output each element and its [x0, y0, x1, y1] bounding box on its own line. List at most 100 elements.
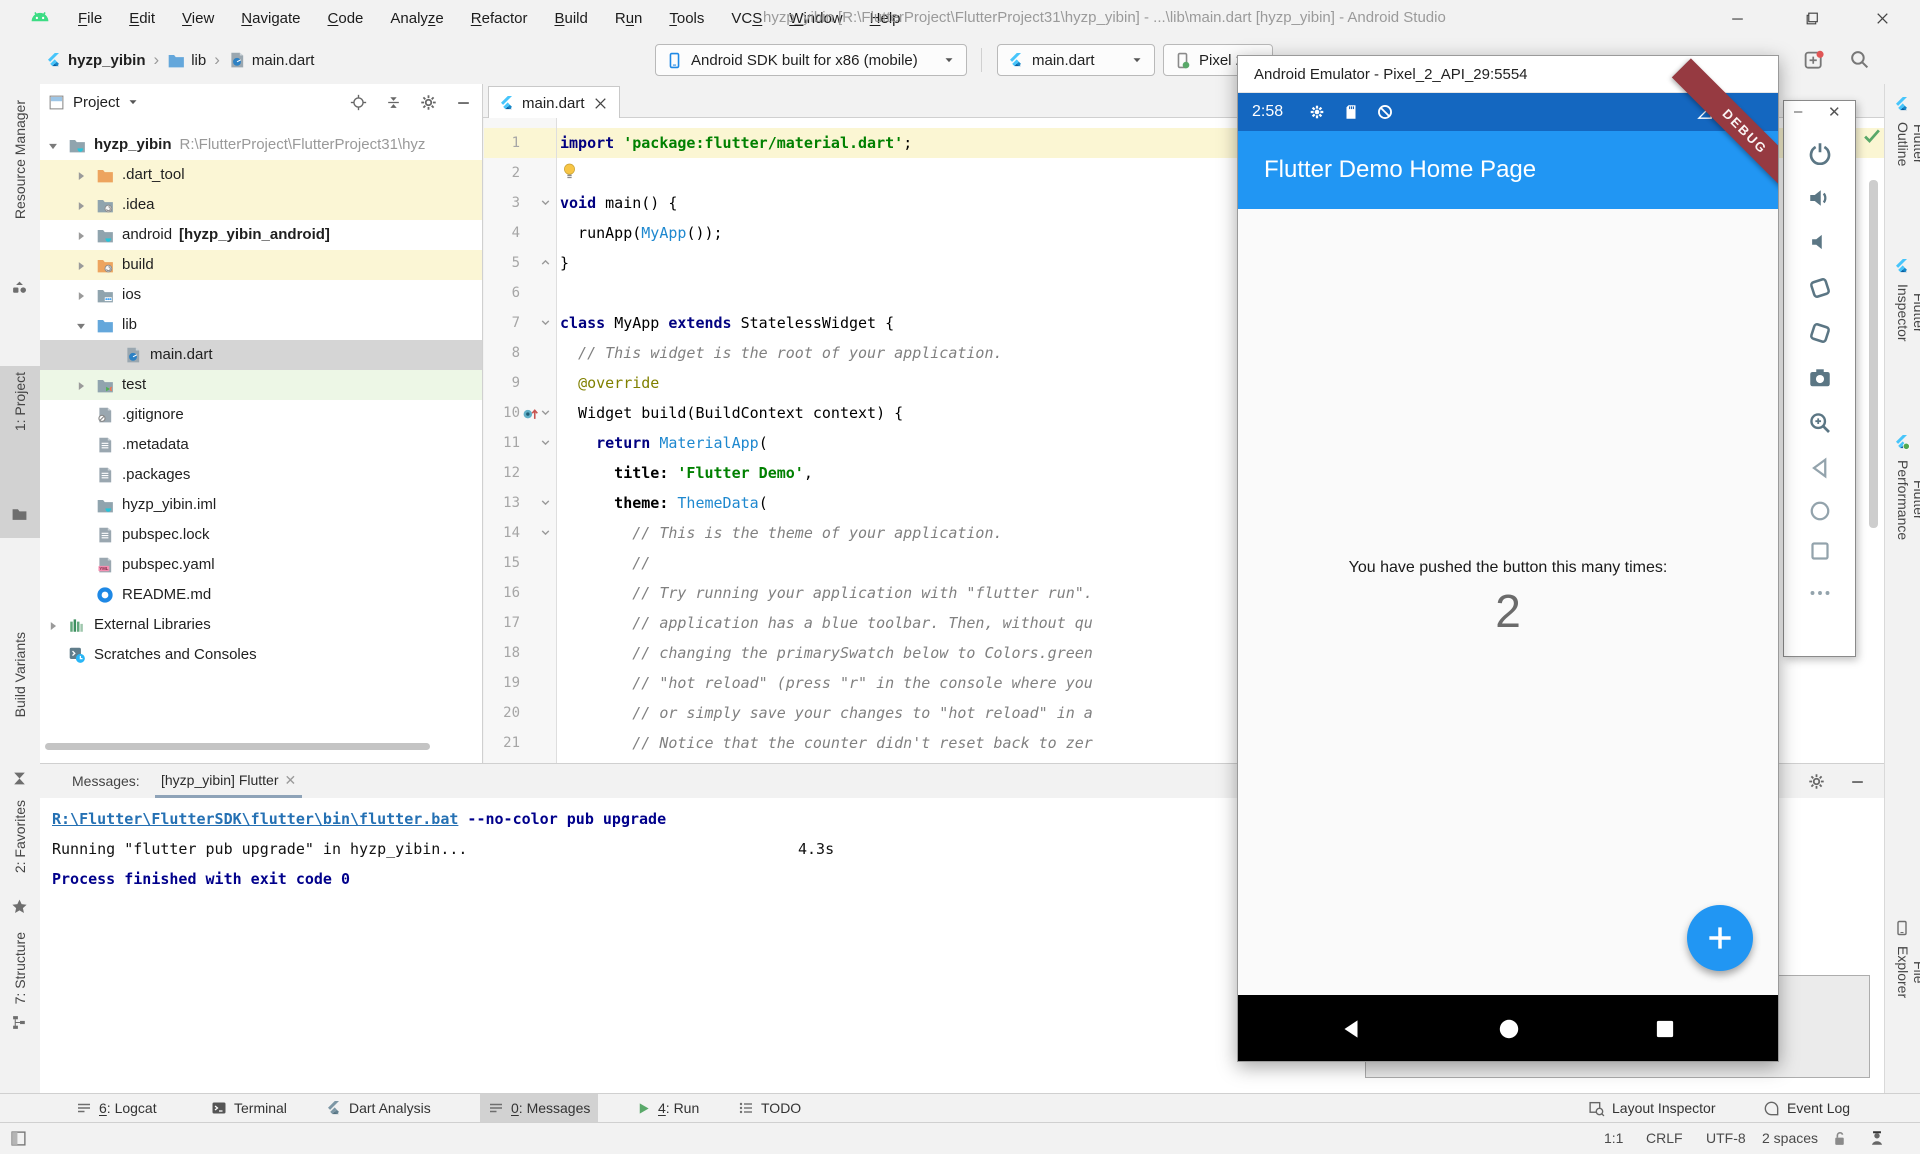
- device-selector[interactable]: Android SDK built for x86 (mobile): [655, 44, 967, 76]
- breadcrumb-lib[interactable]: lib: [167, 51, 206, 69]
- chevron-collapsed-icon[interactable]: [74, 259, 88, 273]
- menu-edit[interactable]: Edit: [129, 10, 155, 27]
- toolwindow-button-event-log[interactable]: Event Log: [1755, 1094, 1858, 1122]
- chevron-collapsed-icon[interactable]: [74, 379, 88, 393]
- tool-stripe-7-structure[interactable]: 7: Structure: [0, 926, 40, 1022]
- tree-item-pubspec-yaml[interactable]: YMLpubspec.yaml: [40, 550, 482, 580]
- menu-tools[interactable]: Tools: [669, 10, 704, 27]
- run-config-selector[interactable]: main.dart: [997, 44, 1155, 76]
- tool-window-switcher-icon[interactable]: [10, 1130, 27, 1147]
- volume-down-button[interactable]: [1808, 231, 1832, 255]
- volume-up-button[interactable]: [1808, 186, 1832, 210]
- intention-bulb-icon[interactable]: [560, 162, 579, 181]
- nav-back-button[interactable]: [1338, 1016, 1364, 1042]
- fold-marker-icon[interactable]: [540, 197, 551, 208]
- line-number[interactable]: 13: [484, 488, 520, 518]
- tree-item-metadata[interactable]: .metadata: [40, 430, 482, 460]
- line-number[interactable]: 10: [484, 398, 520, 428]
- nav-home-button[interactable]: [1496, 1016, 1522, 1042]
- line-number[interactable]: 6: [484, 278, 520, 308]
- menu-build[interactable]: Build: [554, 10, 587, 27]
- editor-scrollbar[interactable]: [1869, 180, 1878, 528]
- tree-item-main-dart[interactable]: main.dart: [40, 340, 482, 370]
- project-panel-title[interactable]: Project: [73, 94, 120, 111]
- hide-panel-icon[interactable]: [1849, 773, 1866, 790]
- highlighting-level-icon[interactable]: [1868, 1129, 1886, 1147]
- line-number[interactable]: 7: [484, 308, 520, 338]
- toolwindow-button-terminal[interactable]: Terminal: [203, 1094, 295, 1122]
- messages-tab-flutter[interactable]: [hyzp_yibin] Flutter✕: [155, 764, 302, 798]
- tool-stripe-resource-manager[interactable]: Resource Manager: [0, 94, 40, 294]
- toolwindow-button-4-run[interactable]: 4: Run: [628, 1094, 707, 1122]
- line-number[interactable]: 19: [484, 668, 520, 698]
- toolwindow-button-6-logcat[interactable]: 6: Logcat: [68, 1094, 165, 1122]
- tree-item-hyzp-yibin-iml[interactable]: hyzp_yibin.iml: [40, 490, 482, 520]
- tree-item-pubspec-lock[interactable]: pubspec.lock: [40, 520, 482, 550]
- menu-analyze[interactable]: Analyze: [390, 10, 443, 27]
- status-utf-8[interactable]: UTF-8: [1706, 1123, 1746, 1154]
- close-button[interactable]: [1859, 0, 1905, 36]
- line-number[interactable]: 12: [484, 458, 520, 488]
- nav-back-button[interactable]: [1808, 456, 1832, 480]
- search-everywhere-icon[interactable]: [1849, 49, 1870, 70]
- fold-marker-icon[interactable]: [540, 317, 551, 328]
- line-number[interactable]: 18: [484, 638, 520, 668]
- line-number[interactable]: 16: [484, 578, 520, 608]
- notifications-icon[interactable]: [1803, 50, 1824, 71]
- fab-add-button[interactable]: [1687, 905, 1753, 971]
- line-number[interactable]: 17: [484, 608, 520, 638]
- inspections-ok-icon[interactable]: [1862, 126, 1882, 146]
- line-number[interactable]: 1: [484, 128, 520, 158]
- chevron-collapsed-icon[interactable]: [74, 169, 88, 183]
- settings-icon[interactable]: [420, 94, 437, 111]
- nav-overview-button[interactable]: [1808, 539, 1832, 563]
- status-2-spaces[interactable]: 2 spaces: [1762, 1123, 1818, 1154]
- line-number[interactable]: 2: [484, 158, 520, 188]
- maximize-button[interactable]: [1789, 0, 1835, 36]
- tree-item-hyzp-yibin[interactable]: hyzp_yibinR:\FlutterProject\FlutterProje…: [40, 130, 482, 160]
- collapse-all-icon[interactable]: [385, 94, 402, 111]
- power-button[interactable]: [1808, 141, 1832, 165]
- override-marker-icon[interactable]: [522, 404, 539, 421]
- close-icon[interactable]: ✕: [285, 772, 297, 788]
- tree-item-android[interactable]: android[hyzp_yibin_android]: [40, 220, 482, 250]
- menu-vcs[interactable]: VCS: [731, 10, 762, 27]
- chevron-expanded-icon[interactable]: [74, 319, 88, 333]
- line-number[interactable]: 3: [484, 188, 520, 218]
- toolwindow-button-0-messages[interactable]: 0: Messages: [480, 1094, 598, 1122]
- zoom-in-button[interactable]: [1808, 411, 1832, 435]
- fold-marker-icon[interactable]: [540, 257, 551, 268]
- tree-item-gitignore[interactable]: .gitignore: [40, 400, 482, 430]
- gear-icon[interactable]: [1808, 773, 1825, 790]
- menu-refactor[interactable]: Refactor: [471, 10, 528, 27]
- chevron-collapsed-icon[interactable]: [74, 289, 88, 303]
- chevron-collapsed-icon[interactable]: [74, 199, 88, 213]
- tree-item-packages[interactable]: .packages: [40, 460, 482, 490]
- tree-item-readme-md[interactable]: README.md: [40, 580, 482, 610]
- console-link[interactable]: R:\Flutter\FlutterSDK\flutter\bin\flutte…: [52, 810, 458, 828]
- fold-marker-icon[interactable]: [540, 437, 551, 448]
- chevron-down-icon[interactable]: [126, 95, 140, 109]
- nav-overview-button[interactable]: [1652, 1016, 1678, 1042]
- line-number[interactable]: 15: [484, 548, 520, 578]
- line-number[interactable]: 8: [484, 338, 520, 368]
- line-number[interactable]: 4: [484, 218, 520, 248]
- fold-marker-icon[interactable]: [540, 527, 551, 538]
- locate-icon[interactable]: [350, 94, 367, 111]
- tree-item-build[interactable]: build: [40, 250, 482, 280]
- breadcrumb-main-dart[interactable]: main.dart: [228, 51, 315, 69]
- menu-code[interactable]: Code: [328, 10, 364, 27]
- hide-icon[interactable]: [455, 94, 472, 111]
- tool-stripe-2-favorites[interactable]: 2: Favorites: [0, 794, 40, 906]
- close-icon[interactable]: ✕: [1828, 103, 1841, 121]
- chevron-collapsed-icon[interactable]: [46, 619, 60, 633]
- chevron-expanded-icon[interactable]: [46, 139, 60, 153]
- tree-item-test[interactable]: test: [40, 370, 482, 400]
- line-number[interactable]: 14: [484, 518, 520, 548]
- fold-marker-icon[interactable]: [540, 407, 551, 418]
- tool-stripe-build-variants[interactable]: Build Variants: [0, 626, 40, 778]
- menu-view[interactable]: View: [182, 10, 214, 27]
- minimize-icon[interactable]: –: [1794, 103, 1802, 120]
- tree-item-external-libraries[interactable]: External Libraries: [40, 610, 482, 640]
- rotate-left-button[interactable]: [1808, 276, 1832, 300]
